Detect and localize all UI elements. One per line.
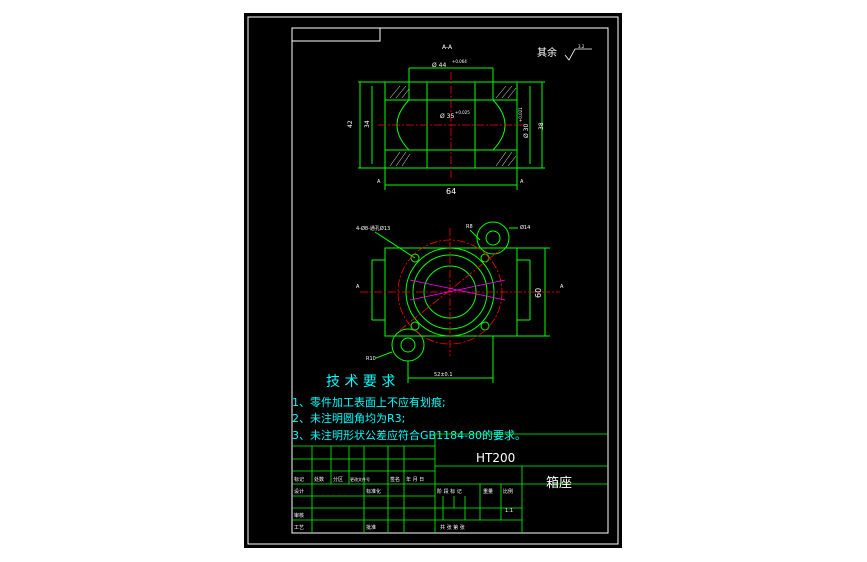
section-label: A-A <box>442 44 453 51</box>
view-mark-right: A <box>560 284 564 290</box>
tb-row1-col4: 更改文件号 <box>350 476 370 482</box>
tb-standardize: 标准化 <box>366 488 381 495</box>
tb-scale-label: 比例 <box>503 488 513 495</box>
tech-req-item-2: 2、未注明圆角均为R3; <box>292 411 405 425</box>
dim-plan-width: 52±0.1 <box>434 372 453 378</box>
roughness-note: 其余 <box>537 46 557 59</box>
section-mark-right: A <box>520 179 524 185</box>
dim-height: 60 <box>534 288 543 298</box>
view-mark-left: A <box>356 284 360 290</box>
dim-bore-top-tol: +0.064 <box>452 59 467 64</box>
tb-sheets: 共 张 第 张 <box>440 524 465 531</box>
tech-req-item-1: 1、零件加工表面上不应有划痕; <box>292 395 446 409</box>
tb-row1-col2: 处数 <box>314 476 324 483</box>
dim-width: 64 <box>446 187 456 196</box>
dim-d-right: Ø14 <box>520 224 530 231</box>
tb-material: HT200 <box>476 451 515 465</box>
dim-r-bottom: R10 <box>366 356 376 362</box>
tb-row1-col3: 分区 <box>333 476 343 483</box>
tb-designer: 设计 <box>294 488 304 495</box>
tb-row1-col1: 标记 <box>294 476 304 483</box>
tb-scale: 1:1 <box>505 508 513 514</box>
tb-stage: 阶 段 标 记 <box>437 488 462 495</box>
dim-bore-mid: Ø 35 <box>440 113 454 120</box>
drawing-background <box>244 13 622 548</box>
tech-req-item-3: 3、未注明形状公差应符合GB1184-80的要求。 <box>292 428 526 442</box>
dim-left-inner: 34 <box>364 120 371 128</box>
drawing-sheet: A-A 其余 3.2 Ø 44 +0.064 Ø 35 +0.025 42 34… <box>244 13 622 548</box>
dim-left-outer: 42 <box>347 120 354 128</box>
section-mark-left: A <box>377 179 381 185</box>
tb-review: 审核 <box>294 512 304 519</box>
dim-right-outer: 38 <box>538 122 545 130</box>
dim-right-inner: Ø 30 <box>523 124 530 138</box>
tb-approve: 批准 <box>366 524 376 531</box>
tb-row1-col5: 签名 <box>390 476 400 483</box>
tb-row1-col6: 年 月 日 <box>406 476 424 483</box>
dim-right-inner-tol: +0.021 <box>518 107 523 122</box>
dim-bore-mid-tol: +0.025 <box>455 110 470 115</box>
tb-part-name: 箱座 <box>546 475 572 491</box>
dim-r-top: R8 <box>466 224 473 230</box>
dim-bore-top: Ø 44 <box>432 62 446 69</box>
tb-weight: 重量 <box>483 488 493 495</box>
roughness-value: 3.2 <box>578 44 585 49</box>
dim-hole-callout: 4-Ø8-通孔Ø13 <box>356 225 390 232</box>
tech-req-title: 技 术 要 求 <box>326 374 395 390</box>
tb-craft: 工艺 <box>294 525 304 531</box>
